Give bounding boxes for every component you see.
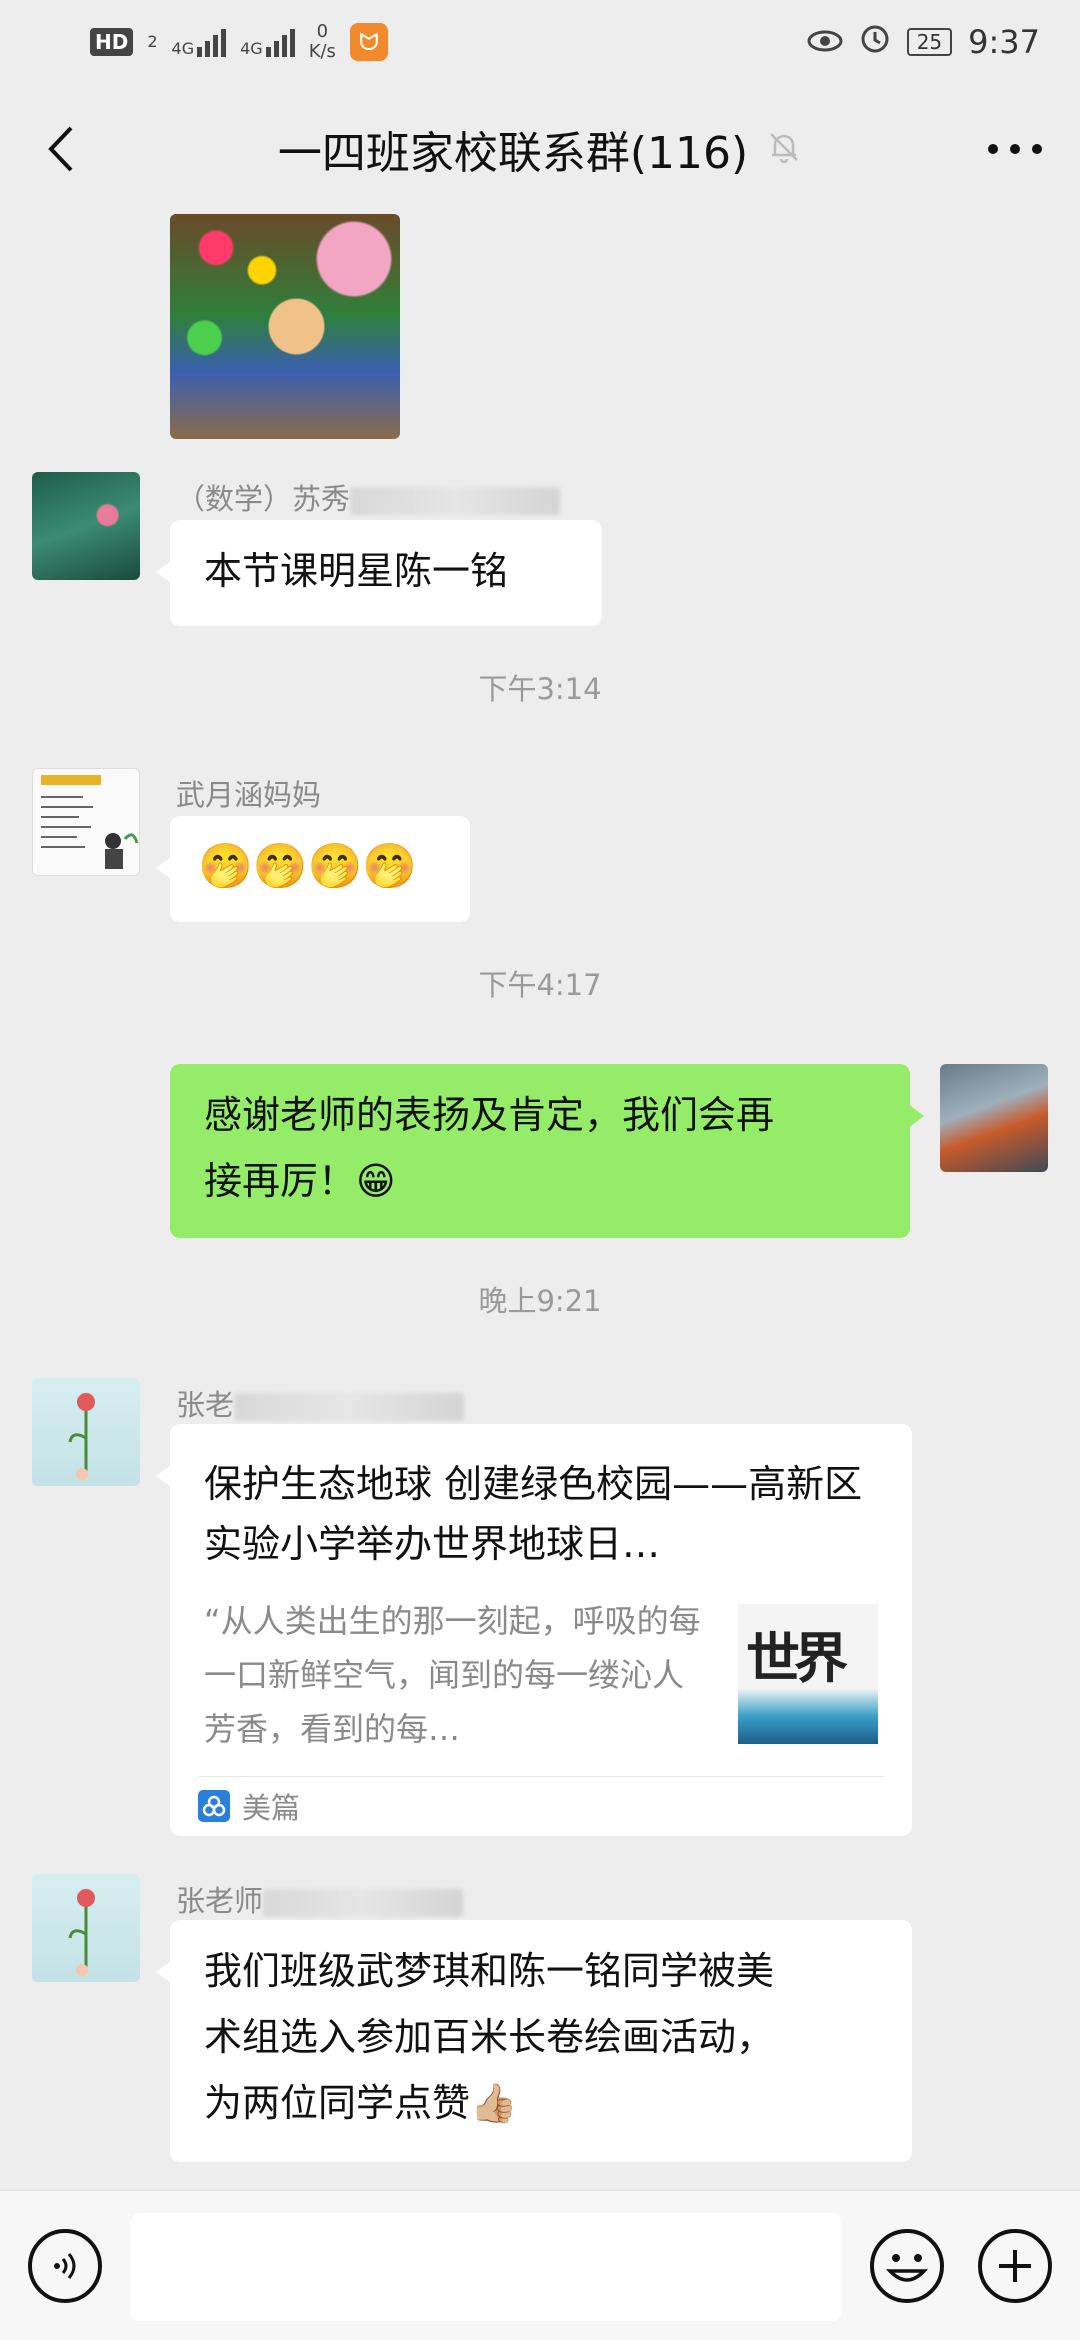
timestamp: 晚上9:21 [478, 1284, 602, 1318]
uc-browser-icon: ᗢ [349, 23, 388, 61]
message-bubble[interactable]: 🤭🤭🤭🤭 [156, 816, 470, 922]
image-message[interactable] [170, 214, 400, 439]
clock-time: 9:37 [968, 23, 1040, 61]
status-right: 25 9:37 [807, 22, 1040, 62]
alarm-icon [859, 22, 891, 62]
message-text: 本节课明星陈一铭 [204, 549, 509, 593]
network-speed: 0 K/s [309, 22, 336, 62]
more-dots-icon [988, 144, 1042, 154]
message-bubble[interactable]: 我们班级武梦琪和陈一铭同学被美 术组选入参加百米长卷绘画活动， 为两位同学点赞👍… [156, 1920, 912, 2162]
signal-2-label: 4G [240, 39, 263, 58]
voice-button[interactable] [28, 2229, 102, 2303]
emoji-icon [885, 2254, 929, 2282]
blurred-name [234, 1393, 465, 1421]
blurred-name [350, 487, 561, 515]
voice-icon [54, 2253, 76, 2279]
chevron-left-icon [48, 126, 73, 172]
message-text-line: 感谢老师的表扬及肯定，我们会再 [204, 1093, 775, 1137]
my-message-bubble[interactable]: 感谢老师的表扬及肯定，我们会再 接再厉！😁 [170, 1064, 924, 1238]
avatar[interactable] [32, 1874, 140, 1982]
more-button[interactable] [980, 119, 1050, 179]
my-avatar[interactable] [940, 1064, 1048, 1172]
divider [198, 1776, 884, 1777]
signal-icon: 4G [172, 27, 227, 57]
status-bar: HD 2 4G 4G 0 K/s ᗢ 25 9:37 [0, 0, 1080, 84]
title-wrap: 一四班家校联系群(116) [278, 117, 802, 181]
rose-icon [68, 1889, 95, 1976]
link-title: 保护生态地球 创建绿色校园——高新区实验小学举办世界地球日… [204, 1462, 863, 1566]
timestamp: 下午3:14 [478, 672, 602, 706]
source-name: 美篇 [242, 1791, 301, 1825]
meipian-logo-icon [198, 1790, 230, 1822]
link-thumbnail: 世界 [738, 1604, 878, 1744]
timestamp: 下午4:17 [478, 968, 602, 1002]
eye-icon [807, 23, 843, 61]
sender-name: 张老 [176, 1382, 465, 1424]
signal-2-icon: 4G [240, 27, 295, 57]
speed-value: 0 [316, 21, 329, 42]
link-card[interactable]: 保护生态地球 创建绿色校园——高新区实验小学举办世界地球日… “从人类出生的那一… [156, 1424, 912, 1836]
message-text: 🤭🤭🤭🤭 [198, 841, 418, 892]
input-bar [0, 2190, 1080, 2340]
sender-name: 张老师 [176, 1878, 464, 1920]
bell-off-icon [766, 129, 802, 169]
hd-badge: HD [90, 28, 134, 56]
link-description: “从人类出生的那一刻起，呼吸的每一口新鲜空气，闻到的每一缕沁人芳香，看到的每… [204, 1602, 701, 1748]
message-input[interactable] [130, 2213, 842, 2321]
message-bubble[interactable]: 本节课明星陈一铭 [156, 520, 602, 626]
sender-name: （数学）苏秀 [176, 476, 561, 518]
chat-header: 一四班家校联系群(116) [0, 84, 1080, 214]
plus-button[interactable] [978, 2229, 1052, 2303]
battery-icon: 25 [906, 28, 953, 56]
link-source: 美篇 [198, 1782, 300, 1830]
hd-sub: 2 [147, 32, 158, 51]
message-text-line: 接再厉！😁 [204, 1159, 396, 1203]
avatar[interactable] [32, 768, 140, 876]
avatar[interactable] [32, 1378, 140, 1486]
status-left: HD 2 4G 4G 0 K/s ᗢ [90, 22, 388, 62]
doc-thumbnail-icon [41, 775, 139, 869]
avatar[interactable] [32, 472, 140, 580]
chat-area[interactable]: （数学）苏秀 本节课明星陈一铭 下午3:14 武月涵妈妈 🤭🤭🤭🤭 下午4:17… [0, 214, 1080, 2190]
sender-name: 武月涵妈妈 [176, 778, 322, 812]
plus-icon [999, 2250, 1031, 2282]
blurred-name [263, 1889, 464, 1917]
thumb-text: 世界 [746, 1626, 848, 1690]
back-button[interactable] [30, 119, 90, 179]
message-text-line: 为两位同学点赞👍🏼 [204, 2081, 518, 2125]
speed-unit: K/s [308, 41, 336, 62]
message-text-line: 术组选入参加百米长卷绘画活动， [204, 2015, 775, 2059]
signal-1-label: 4G [171, 39, 195, 58]
emoji-button[interactable] [870, 2229, 944, 2303]
chat-title: 一四班家校联系群(116) [277, 128, 749, 179]
message-text-line: 我们班级武梦琪和陈一铭同学被美 [204, 1949, 775, 1993]
rose-icon [68, 1393, 95, 1480]
